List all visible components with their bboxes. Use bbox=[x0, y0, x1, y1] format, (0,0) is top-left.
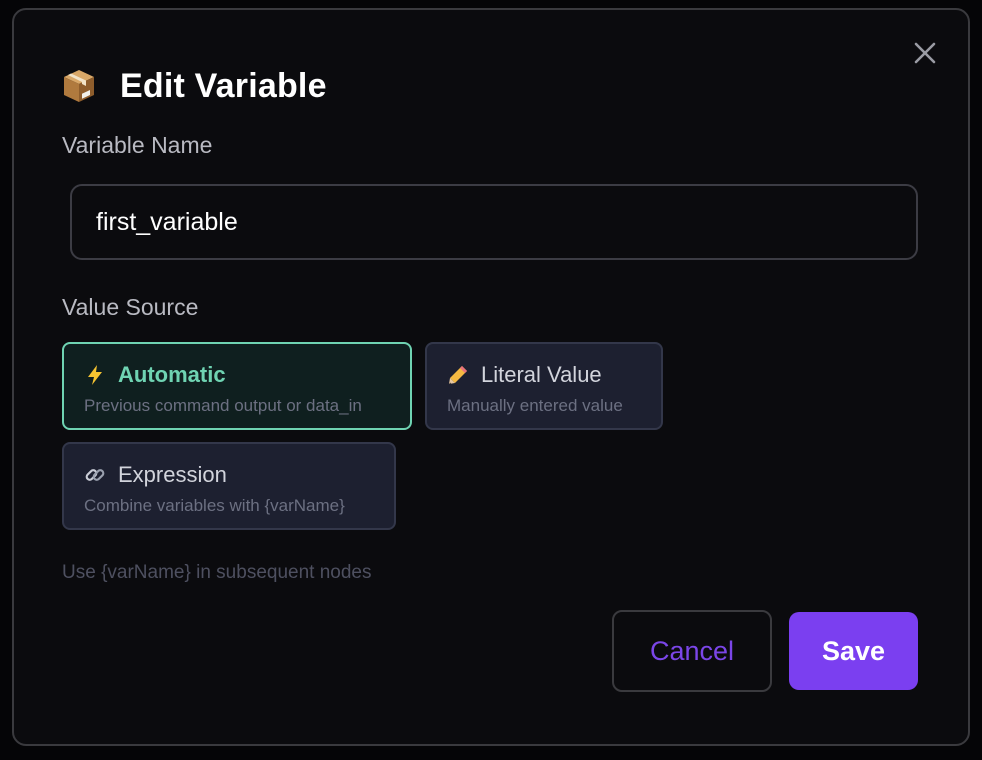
variable-name-input[interactable] bbox=[70, 184, 918, 260]
dialog-title: Edit Variable bbox=[120, 66, 327, 105]
package-icon bbox=[64, 70, 94, 102]
source-option-expression[interactable]: Expression Combine variables with {varNa… bbox=[62, 442, 396, 530]
close-icon bbox=[914, 42, 936, 64]
usage-hint: Use {varName} in subsequent nodes bbox=[62, 562, 372, 583]
source-option-title: Expression bbox=[118, 462, 227, 487]
source-option-literal[interactable]: Literal Value Manually entered value bbox=[425, 342, 663, 430]
source-option-title: Literal Value bbox=[481, 362, 602, 387]
save-button[interactable]: Save bbox=[789, 612, 918, 690]
source-option-description: Manually entered value bbox=[447, 396, 623, 415]
source-option-title: Automatic bbox=[118, 362, 226, 387]
edit-variable-dialog: Edit Variable Variable Name Value Source… bbox=[12, 8, 970, 746]
close-button[interactable] bbox=[912, 40, 938, 66]
cancel-button[interactable]: Cancel bbox=[612, 610, 772, 692]
source-option-description: Previous command output or data_in bbox=[84, 396, 362, 415]
variable-name-label: Variable Name bbox=[62, 132, 213, 158]
dialog-header: Edit Variable bbox=[60, 66, 327, 106]
value-source-label: Value Source bbox=[62, 294, 199, 320]
source-option-description: Combine variables with {varName} bbox=[84, 496, 345, 515]
pencil-icon bbox=[449, 366, 467, 384]
link-icon bbox=[85, 469, 105, 481]
source-option-automatic[interactable]: Automatic Previous command output or dat… bbox=[62, 342, 412, 430]
lightning-icon bbox=[88, 365, 102, 385]
